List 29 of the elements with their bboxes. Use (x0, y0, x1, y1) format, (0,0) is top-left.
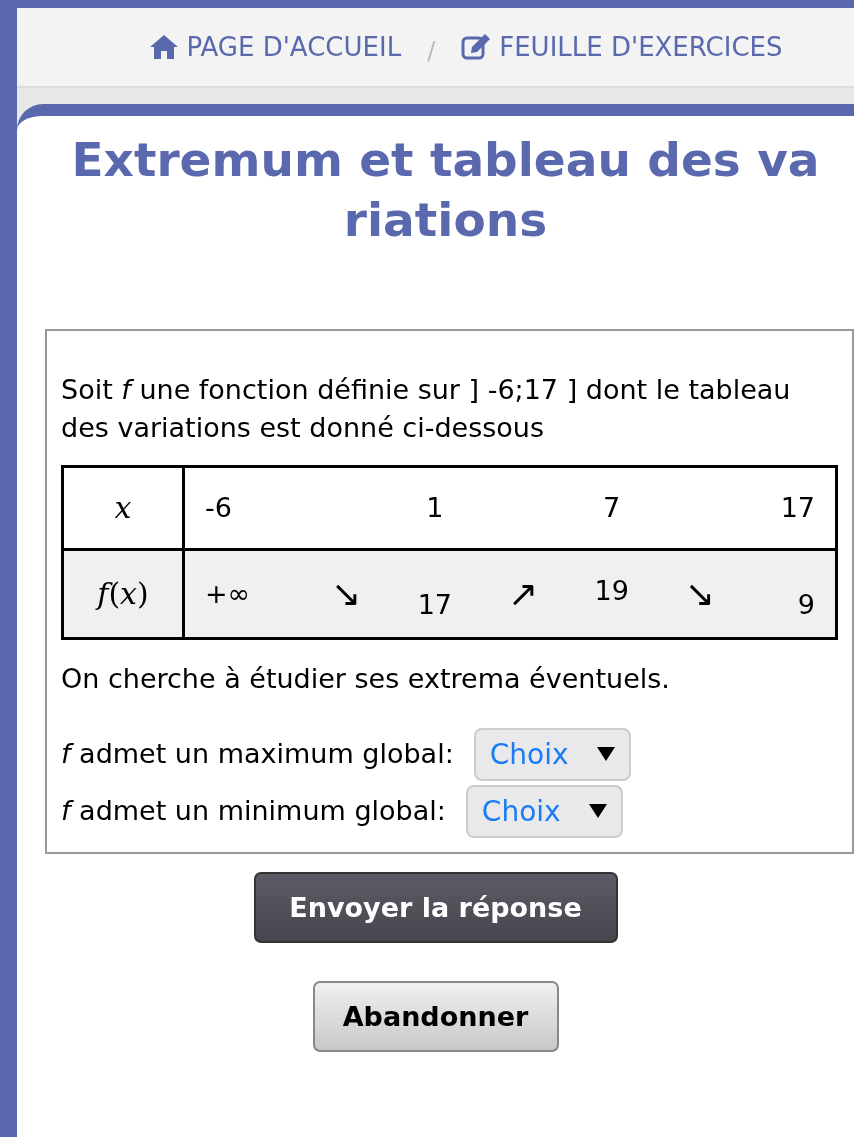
arrow-icon: ↗ (479, 568, 568, 620)
submit-button[interactable]: Envoyer la réponse (253, 871, 618, 943)
table-header-cell: x (62, 466, 184, 550)
table-cell-text: 9 (796, 588, 815, 623)
table-cell-text: 17 (779, 491, 815, 526)
question-text: On cherche à étudier ses extrema éventuels. (61, 661, 671, 696)
breadcrumb-separator: / (427, 37, 436, 65)
abandon-button[interactable]: Abandonner (312, 980, 559, 1052)
caret-icon (596, 747, 615, 762)
breadcrumb-link[interactable]: PAGE D'ACCUEIL (148, 32, 402, 62)
problem-statement: Soit f une fonction définie sur ] -6;17 ] dont le tableau des variations est donné ci-dessous (61, 373, 792, 446)
table-cell-text: 1 (425, 491, 445, 526)
home-icon (148, 33, 179, 61)
page-title: Extremum et tableau des va riations (71, 131, 820, 249)
table-header-cell: f(x) (62, 549, 184, 639)
choice-dropdown[interactable]: Choix (465, 784, 623, 838)
table-cell-text: -6 (205, 491, 233, 526)
table-cell-text: 7 (602, 491, 622, 526)
choice-dropdown[interactable]: Choix (473, 727, 631, 781)
caret-icon (588, 804, 607, 819)
answer-label: f admet un maximum global: (61, 737, 454, 772)
answer-label: f admet un minimum global: (61, 794, 446, 829)
table-cell-text: 17 (416, 588, 453, 623)
table-cell-text: +∞ (205, 577, 252, 612)
table-cell-text: 19 (593, 574, 630, 609)
edit-icon (461, 33, 492, 61)
arrow-icon: ↘ (302, 568, 391, 620)
breadcrumb-link[interactable]: FEUILLE D'EXERCICES (461, 32, 783, 62)
arrow-icon: ↘ (655, 568, 745, 620)
